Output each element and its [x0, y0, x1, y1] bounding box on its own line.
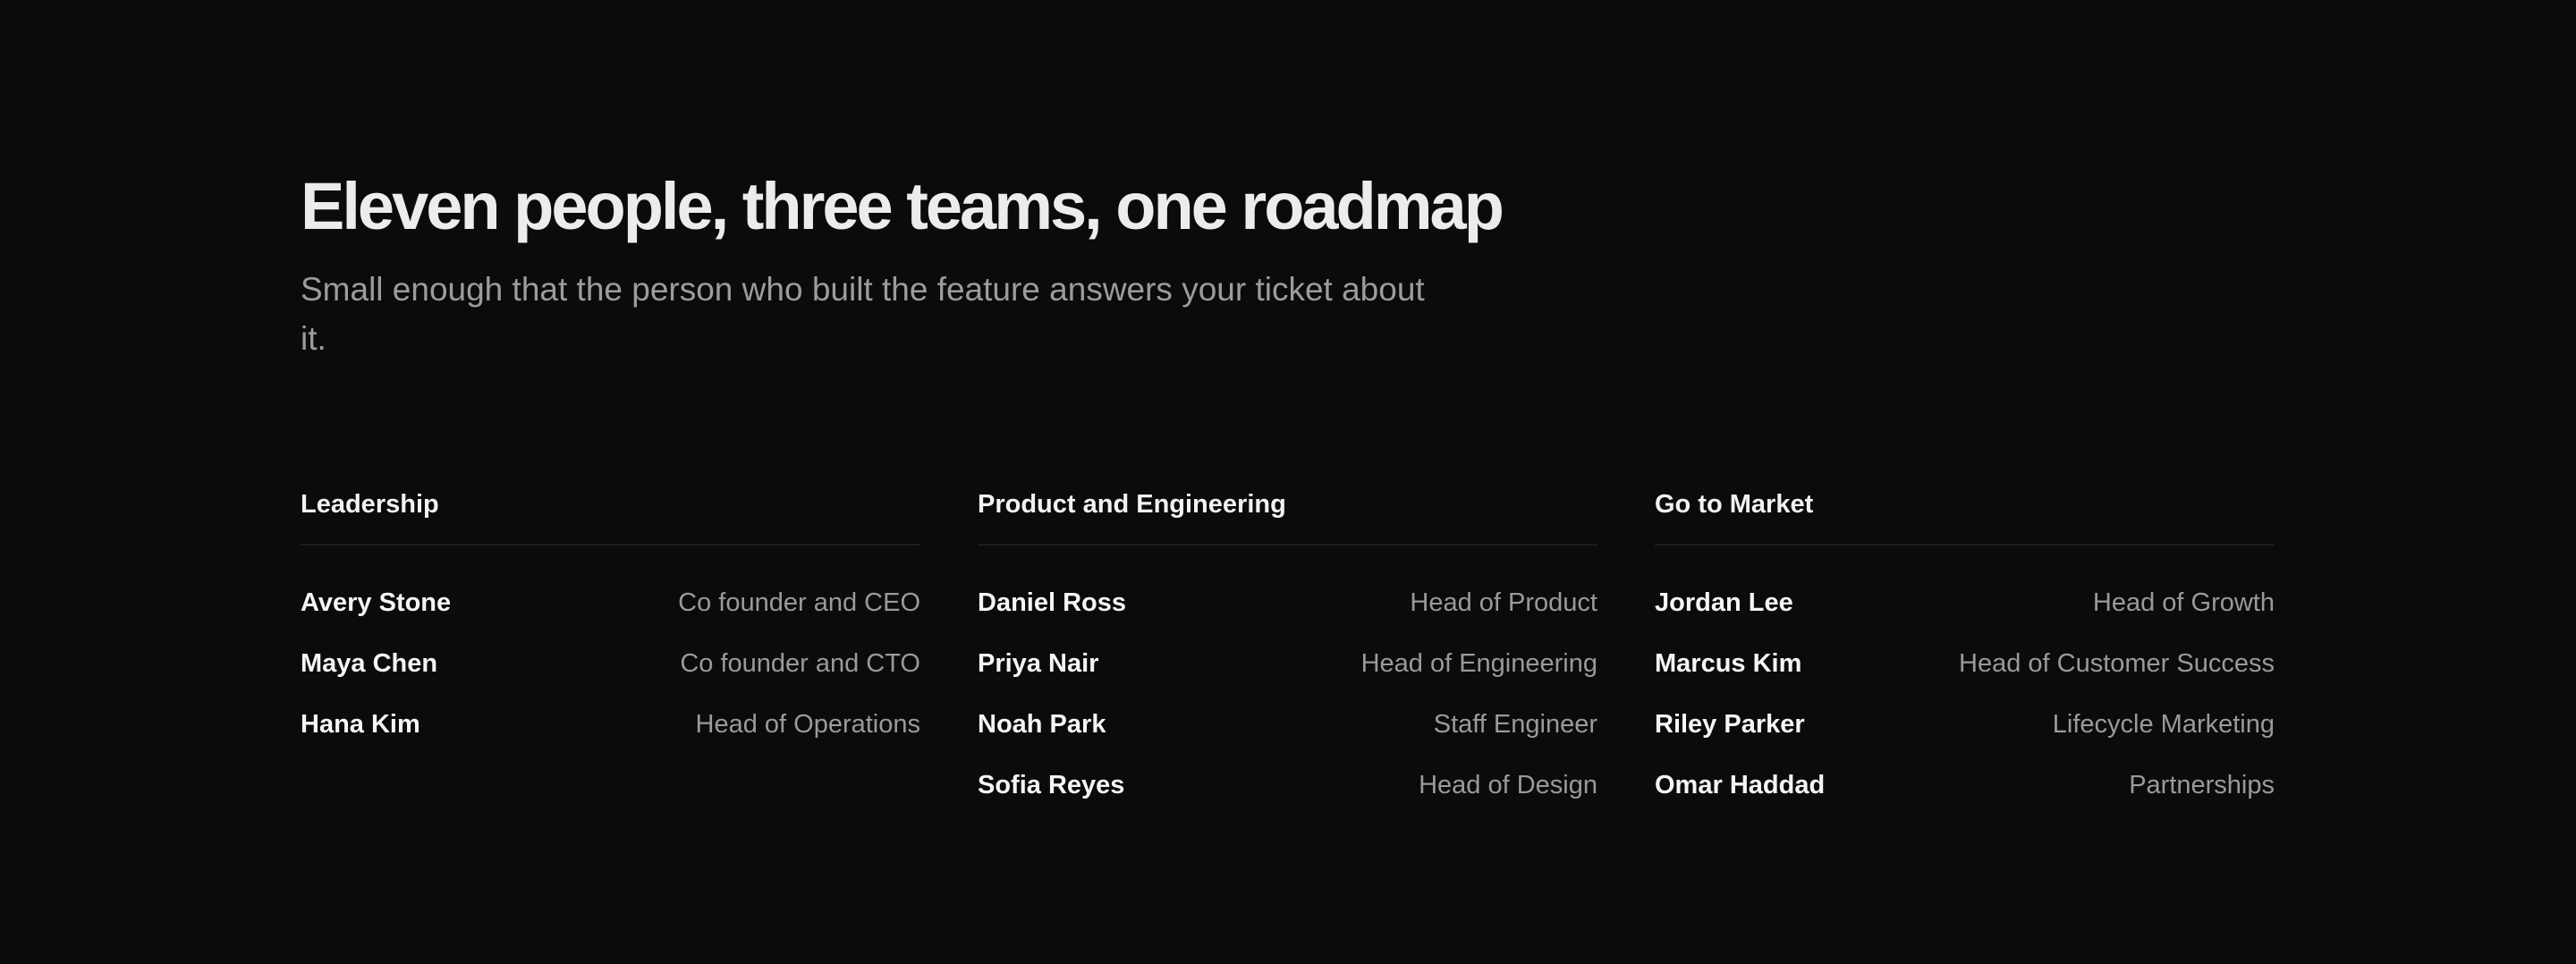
- member-list: Avery Stone Co founder and CEO Maya Chen…: [301, 572, 920, 755]
- team-divider: [1655, 544, 2275, 545]
- member-role: Head of Growth: [2092, 588, 2275, 617]
- team-heading: Product and Engineering: [978, 490, 1286, 519]
- member-role: Head of Product: [1410, 588, 1597, 617]
- team-divider: [978, 544, 1597, 545]
- member-name: Maya Chen: [301, 648, 438, 678]
- member-name: Sofia Reyes: [978, 770, 1125, 799]
- team-column-leadership: Leadership Avery Stone Co founder and CE…: [301, 486, 920, 816]
- member-row: Priya Nair Head of Engineering: [978, 633, 1597, 694]
- page-title: Eleven people, three teams, one roadmap: [301, 169, 1504, 243]
- team-column-go-to-market: Go to Market Jordan Lee Head of Growth M…: [1655, 486, 2275, 816]
- member-row: Omar Haddad Partnerships: [1655, 755, 2275, 816]
- member-name: Avery Stone: [301, 588, 452, 617]
- team-heading: Leadership: [301, 490, 439, 519]
- member-role: Co founder and CEO: [678, 588, 920, 617]
- member-row: Riley Parker Lifecycle Marketing: [1655, 694, 2275, 755]
- member-role: Head of Customer Success: [1959, 648, 2275, 678]
- member-role: Partnerships: [2129, 770, 2275, 799]
- member-role: Head of Design: [1419, 770, 1597, 799]
- member-row: Noah Park Staff Engineer: [978, 694, 1597, 755]
- member-name: Marcus Kim: [1655, 648, 1802, 678]
- member-name: Jordan Lee: [1655, 588, 1793, 617]
- team-section: Eleven people, three teams, one roadmap …: [301, 166, 2275, 799]
- member-role: Lifecycle Marketing: [2052, 709, 2275, 739]
- member-name: Riley Parker: [1655, 709, 1805, 739]
- page-subtitle: Small enough that the person who built t…: [301, 271, 1425, 357]
- team-divider: [301, 544, 920, 545]
- member-row: Jordan Lee Head of Growth: [1655, 572, 2275, 633]
- member-name: Hana Kim: [301, 709, 420, 739]
- member-row: Daniel Ross Head of Product: [978, 572, 1597, 633]
- member-row: Hana Kim Head of Operations: [301, 694, 920, 755]
- member-name: Noah Park: [978, 709, 1106, 739]
- member-name: Omar Haddad: [1655, 770, 1826, 799]
- member-row: Maya Chen Co founder and CTO: [301, 633, 920, 694]
- member-role: Co founder and CTO: [680, 648, 920, 678]
- member-role: Staff Engineer: [1433, 709, 1597, 739]
- team-heading: Go to Market: [1655, 490, 1814, 519]
- teams-grid: Leadership Avery Stone Co founder and CE…: [301, 486, 2275, 816]
- member-list: Jordan Lee Head of Growth Marcus Kim Hea…: [1655, 572, 2275, 816]
- member-role: Head of Engineering: [1360, 648, 1597, 678]
- member-name: Daniel Ross: [978, 588, 1126, 617]
- member-row: Marcus Kim Head of Customer Success: [1655, 633, 2275, 694]
- member-row: Sofia Reyes Head of Design: [978, 755, 1597, 816]
- team-column-product-engineering: Product and Engineering Daniel Ross Head…: [978, 486, 1597, 816]
- member-name: Priya Nair: [978, 648, 1099, 678]
- member-row: Avery Stone Co founder and CEO: [301, 572, 920, 633]
- member-role: Head of Operations: [695, 709, 920, 739]
- member-list: Daniel Ross Head of Product Priya Nair H…: [978, 572, 1597, 816]
